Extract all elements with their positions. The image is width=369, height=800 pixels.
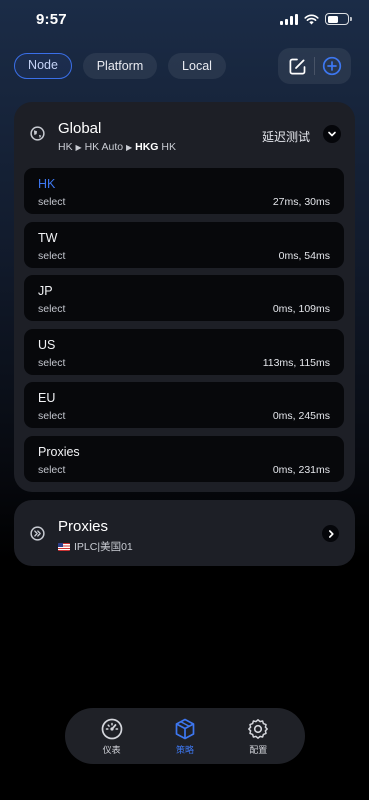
node-latency: 0ms, 54ms: [278, 249, 330, 262]
node-item-jp[interactable]: JP select 0ms, 109ms: [24, 275, 344, 321]
dashboard-icon: [101, 718, 123, 739]
edit-button[interactable]: [284, 53, 310, 79]
node-item-hk[interactable]: HK select 27ms, 30ms: [24, 168, 344, 214]
node-type: select: [38, 196, 66, 208]
globe-icon: [30, 126, 45, 141]
status-bar: 9:57: [0, 0, 369, 40]
node-item-tw[interactable]: TW select 0ms, 54ms: [24, 221, 344, 268]
node-type: select: [38, 410, 66, 422]
proxies-title: Proxies: [58, 518, 109, 535]
nav-label: 配置: [249, 744, 268, 755]
edit-icon: [289, 58, 305, 74]
node-name: Proxies: [38, 444, 80, 459]
top-actions: [278, 48, 351, 84]
status-time: 9:57: [36, 11, 67, 28]
cube-icon: [175, 718, 195, 739]
node-name: TW: [38, 230, 58, 245]
node-type: select: [38, 249, 66, 262]
node-list: HK select 27ms, 30ms TW select 0ms, 54ms…: [24, 168, 344, 489]
settings-icon: [248, 718, 269, 739]
chevron-right-icon: [328, 529, 334, 538]
nav-label: 策略: [175, 744, 194, 755]
node-latency: 0ms, 245ms: [272, 410, 330, 422]
node-latency: 113ms, 115ms: [262, 356, 330, 369]
bottom-nav: 仪表 策略 配置: [65, 708, 305, 764]
collapse-button[interactable]: [323, 125, 341, 143]
group-selection-path: HK ▶ HK Auto ▶ HKG HK: [58, 141, 176, 153]
nav-strategy[interactable]: 策略: [155, 717, 215, 756]
node-item-eu[interactable]: EU select 0ms, 245ms: [24, 382, 344, 428]
nav-settings[interactable]: 配置: [228, 717, 288, 756]
node-item-proxies[interactable]: Proxies select 0ms, 231ms: [24, 435, 344, 482]
proxies-open-button[interactable]: [322, 525, 339, 542]
node-name: US: [38, 337, 56, 352]
chevron-down-icon: [328, 131, 336, 137]
actions-divider: [314, 57, 315, 75]
tab-platform[interactable]: Platform: [83, 53, 157, 79]
node-type: select: [38, 356, 66, 369]
add-button[interactable]: [319, 53, 345, 79]
us-flag-icon: [58, 542, 70, 551]
nav-label: 仪表: [102, 744, 121, 755]
status-icons: [280, 13, 352, 25]
proxies-subtitle: IPLC|美国01: [74, 541, 133, 553]
node-item-us[interactable]: US select 113ms, 115ms: [24, 328, 344, 375]
forward-circle-icon: [30, 526, 45, 541]
node-latency: 0ms, 231ms: [272, 463, 330, 476]
add-icon: [322, 56, 342, 76]
node-latency: 0ms, 109ms: [272, 303, 330, 315]
node-name: HK: [38, 177, 56, 191]
node-name: EU: [38, 391, 56, 405]
node-type: select: [38, 463, 66, 476]
tab-local[interactable]: Local: [168, 53, 226, 79]
segment-tabs: Node Platform Local: [14, 53, 226, 79]
tab-node[interactable]: Node: [14, 53, 72, 79]
battery-icon: [325, 13, 352, 25]
node-latency: 27ms, 30ms: [272, 196, 330, 208]
wifi-icon: [304, 14, 319, 24]
proxies-selected-node: IPLC|美国01: [58, 539, 133, 554]
group-card-global: Global HK ▶ HK Auto ▶ HKG HK 延迟测试 HK sel…: [14, 102, 355, 492]
group-header[interactable]: Global HK ▶ HK Auto ▶ HKG HK 延迟测试: [14, 102, 355, 164]
node-type: select: [38, 303, 66, 315]
group-title: Global: [58, 120, 102, 137]
node-name: JP: [38, 284, 53, 298]
latency-test-button[interactable]: 延迟测试: [262, 128, 310, 145]
nav-dashboard[interactable]: 仪表: [82, 717, 142, 756]
cellular-signal-icon: [280, 13, 298, 25]
group-card-proxies[interactable]: Proxies IPLC|美国01: [14, 500, 355, 566]
